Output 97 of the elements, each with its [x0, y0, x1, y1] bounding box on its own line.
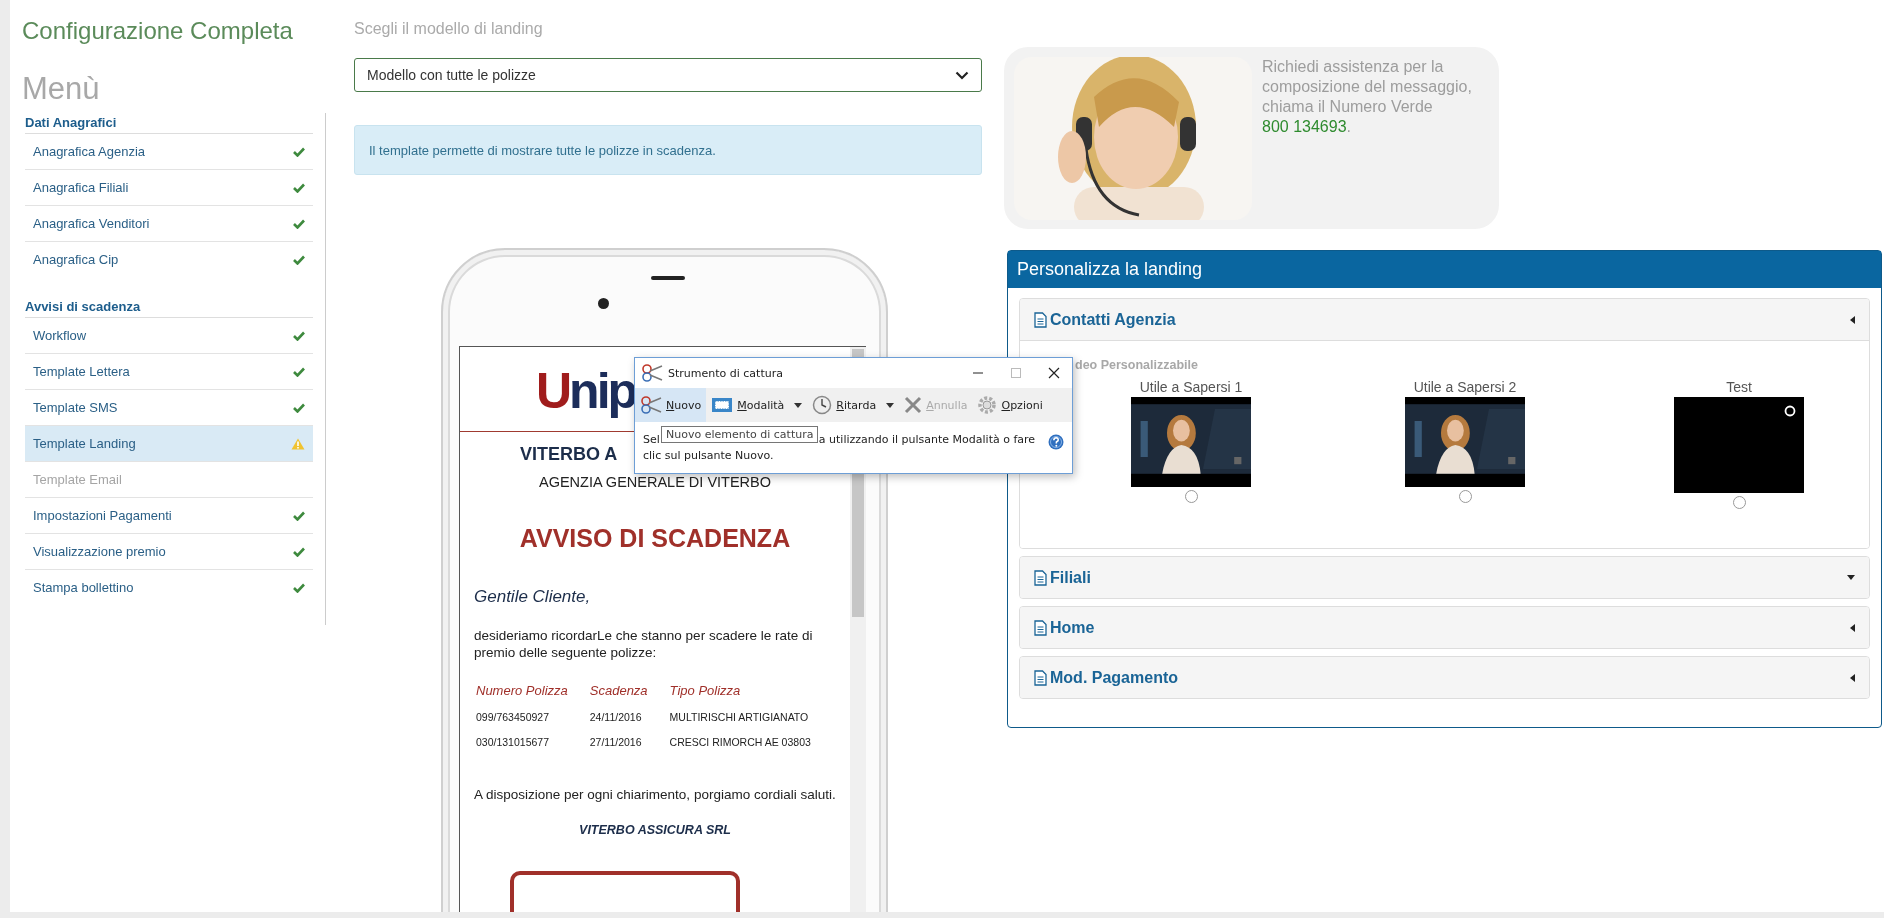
- gear-icon: [977, 395, 998, 415]
- notice-title: AVVISO DI SCADENZA: [518, 524, 792, 553]
- radio-button[interactable]: [1458, 490, 1472, 503]
- toolbar-button[interactable]: Opzioni: [972, 388, 1048, 422]
- document-icon: [1034, 669, 1047, 686]
- table-cell-text: 24/11/2016: [588, 710, 643, 725]
- sidebar-item-label: Visualizzazione premio: [33, 544, 166, 559]
- table-cell-text: 030/131015677: [475, 735, 550, 750]
- sidebar-item[interactable]: Template Lettera: [25, 354, 313, 390]
- table-cell-text: 099/763450927: [475, 710, 550, 725]
- sidebar-item-label: Template Lettera: [33, 364, 130, 379]
- close-icon[interactable]: [1048, 367, 1060, 379]
- toolbar-button[interactable]: Ritarda: [807, 388, 900, 422]
- button-label: Modalità: [737, 398, 785, 412]
- accordion-title: Mod. Pagamento: [1050, 668, 1179, 687]
- greeting: Gentile Cliente,: [474, 587, 592, 607]
- field-label: Scegli il modello di landing: [354, 20, 544, 38]
- sidebar-item[interactable]: Workflow: [25, 318, 313, 354]
- table-cell-text: 27/11/2016: [588, 735, 643, 750]
- assistance-text: Richiedi assistenza per la composizione del messaggio, chiama il Numero Verde 800 134693.: [1262, 57, 1473, 137]
- cross-icon: [904, 396, 923, 414]
- accordion-header[interactable]: Contatti Agenzia: [1020, 299, 1869, 340]
- ring-icon: [1784, 405, 1796, 417]
- sidebar-item-label: Workflow: [33, 328, 87, 343]
- intro-paragraph: desideriamo ricordarLe che stanno per scadere le rate di premio delle seguente polizze:: [474, 627, 814, 661]
- tooltip: Nuovo elemento di cattura: [661, 426, 819, 443]
- column-header: Tipo Polizza: [668, 682, 742, 700]
- caret-icon: [886, 402, 895, 408]
- table-cell-text: CRESCI RIMORCH AE 03803: [668, 735, 812, 750]
- phone-number-link[interactable]: 800 134693: [1262, 118, 1347, 135]
- document-icon: [1034, 569, 1047, 586]
- section-heading: Dati Anagrafici: [25, 113, 313, 134]
- sidebar-item[interactable]: Anagrafica Cip: [25, 242, 313, 277]
- sidebar-item[interactable]: Anagrafica Agenzia: [25, 134, 313, 170]
- caret-icon: [794, 402, 803, 408]
- video-title: Utile a Sapersi 2: [1413, 379, 1517, 395]
- document-icon: [1034, 311, 1047, 328]
- window-title: Strumento di cattura: [668, 366, 784, 380]
- sidebar-item-label: Template Email: [33, 472, 122, 487]
- info-text: Il template permette di mostrare tutte le polizze in scadenza.: [369, 142, 716, 158]
- sidebar-item[interactable]: Visualizzazione premio: [25, 534, 313, 570]
- section-heading: Avvisi di scadenza: [25, 297, 313, 318]
- sidebar-item-label: Anagrafica Filiali: [33, 180, 129, 195]
- sidebar-item[interactable]: Anagrafica Venditori: [25, 206, 313, 242]
- sidebar-item[interactable]: Anagrafica Filiali: [25, 170, 313, 206]
- description-text: Sel: [643, 432, 660, 448]
- sidebar-item-label: Template SMS: [33, 400, 118, 415]
- button-label: Opzioni: [1001, 398, 1043, 412]
- table-cell-text: MULTIRISCHI ARTIGIANATO: [668, 710, 810, 725]
- sidebar-item[interactable]: Template Landing: [25, 426, 313, 462]
- description-text: clic sul pulsante Nuovo.: [643, 448, 775, 464]
- phone-camera: [598, 298, 609, 309]
- scissors-icon: [641, 363, 663, 383]
- agency-subtitle: AGENZIA GENERALE DI VITERBO: [537, 474, 773, 490]
- maximize-icon[interactable]: [1010, 367, 1022, 379]
- sidebar-item[interactable]: Impostazioni Pagamenti: [25, 498, 313, 534]
- toolbar-button[interactable]: Nuovo: [635, 388, 707, 422]
- accordion-title: Contatti Agenzia: [1050, 310, 1177, 329]
- description-text: a utilizzando il pulsante Modalità o fare: [818, 432, 1036, 448]
- toolbar-button[interactable]: Modalità: [706, 388, 808, 422]
- sidebar-item-label: Impostazioni Pagamenti: [33, 508, 172, 523]
- video-title: Test: [1726, 379, 1752, 395]
- sidebar-item-label: Template Landing: [33, 436, 136, 451]
- phone-speaker: [651, 276, 685, 280]
- button-label: Ritarda: [836, 398, 877, 412]
- sidebar-item-label: Stampa bollettino: [33, 580, 134, 595]
- accordion-header[interactable]: Mod. Pagamento: [1020, 657, 1869, 698]
- chevron-down-icon: [955, 70, 969, 80]
- video-title: Utile a Sapersi 1: [1139, 379, 1243, 395]
- rectangle-icon: [711, 397, 734, 413]
- sidebar-item-label: Anagrafica Venditori: [33, 216, 150, 231]
- radio-button[interactable]: [1732, 496, 1746, 509]
- clock-icon: [812, 395, 833, 415]
- section-label: deo Personalizzabile: [1075, 358, 1199, 372]
- sidebar-item-label: Anagrafica Cip: [33, 252, 119, 267]
- document-icon: [1034, 619, 1047, 636]
- menu-title: Menù: [22, 71, 101, 107]
- signature: VITERBO ASSICURA SRL: [578, 823, 732, 837]
- app-title: Configurazione Completa: [22, 17, 294, 45]
- model-select[interactable]: Modello con tutte le polizze: [354, 58, 982, 92]
- column-header: Numero Polizza: [475, 682, 569, 700]
- radio-button[interactable]: [1184, 490, 1198, 503]
- accordion-header[interactable]: Home: [1020, 607, 1869, 648]
- select-value: Modello con tutte le polizze: [367, 67, 536, 83]
- accordion-title: Filiali: [1050, 568, 1092, 587]
- button-label: Annulla: [926, 398, 968, 412]
- agency-name: VITERBO A: [520, 444, 618, 464]
- accordion-header[interactable]: Filiali: [1020, 557, 1869, 598]
- help-icon[interactable]: [1048, 434, 1064, 450]
- closing-paragraph: A disposizione per ogni chiarimento, porgiamo cordiali saluti.: [474, 786, 837, 803]
- accordion-title: Home: [1050, 618, 1096, 637]
- panel-header: Personalizza la landing: [1008, 251, 1881, 288]
- sidebar-item[interactable]: Stampa bollettino: [25, 570, 313, 605]
- button-label: Nuovo: [666, 398, 702, 412]
- scissors-icon: [640, 395, 662, 415]
- sidebar-item-label: Anagrafica Agenzia: [33, 144, 146, 159]
- column-header: Scadenza: [588, 682, 649, 700]
